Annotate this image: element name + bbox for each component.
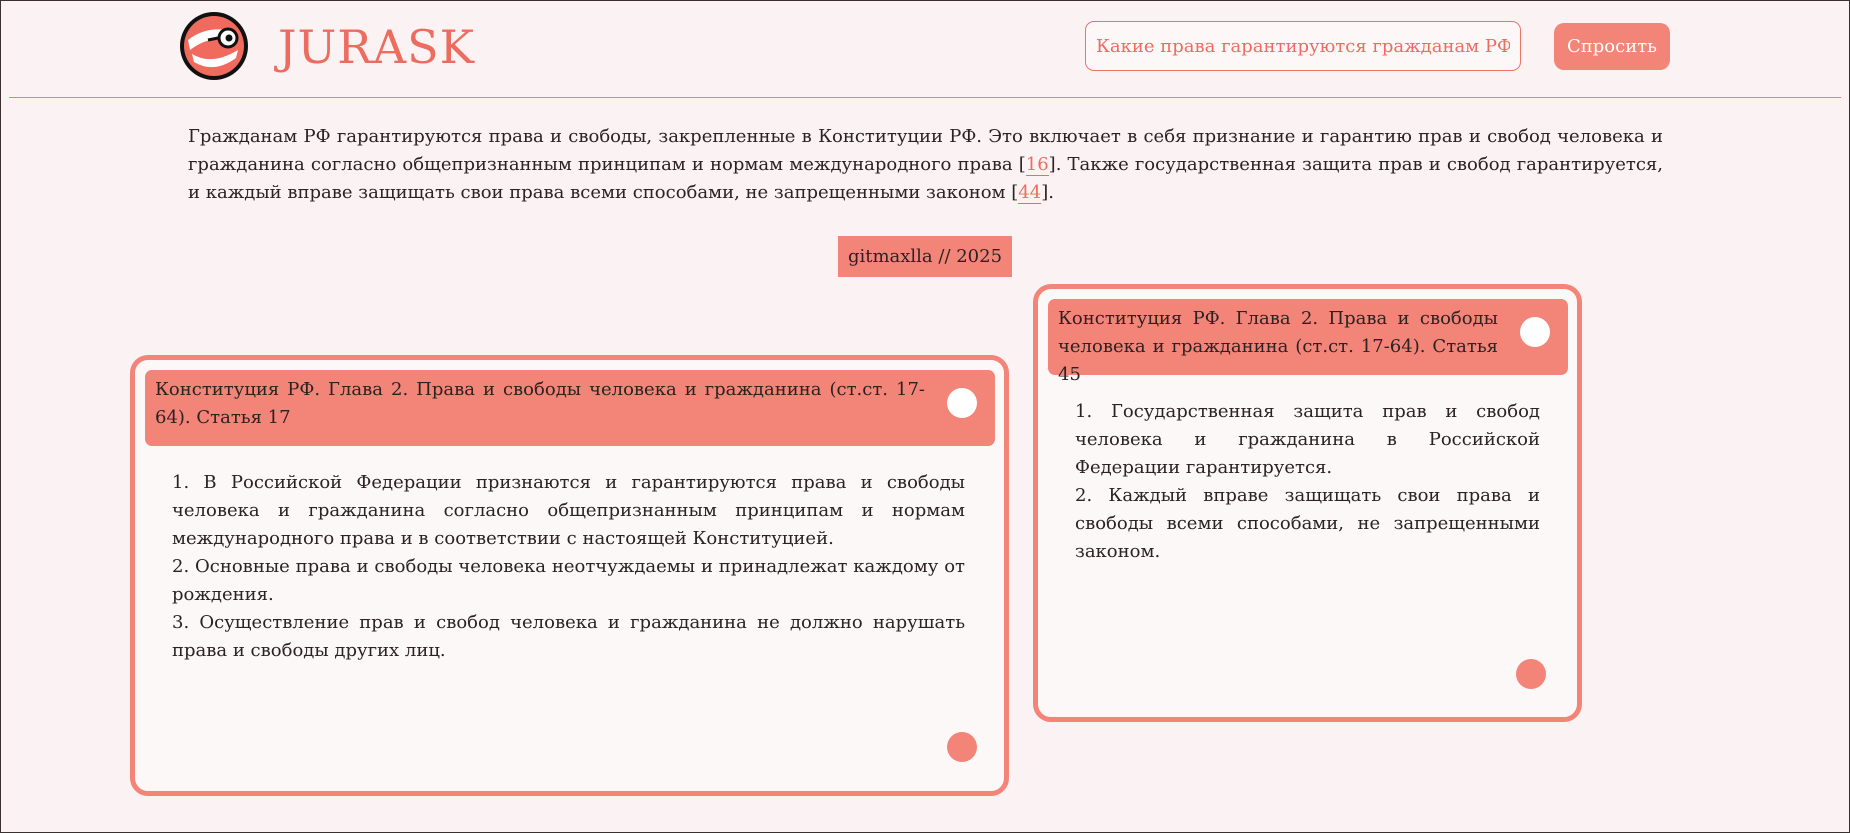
card-drag-handle[interactable] — [947, 732, 977, 762]
header: JURASK Спросить — [1, 1, 1850, 97]
answer-text: Гражданам РФ гарантируются права и свобо… — [188, 123, 1663, 207]
logo-icon[interactable] — [178, 10, 250, 82]
source-card-body: 1. Государственная защита прав и свобод … — [1075, 398, 1540, 566]
source-card-title: Конституция РФ. Глава 2. Права и свободы… — [145, 370, 995, 446]
card-toggle-button[interactable] — [1520, 317, 1550, 347]
source-card-article-17[interactable]: Конституция РФ. Глава 2. Права и свободы… — [130, 355, 1009, 796]
article-paragraph: 1. Государственная защита прав и свобод … — [1075, 401, 1540, 478]
question-input[interactable] — [1085, 21, 1521, 71]
article-paragraph: 2. Основные права и свободы человека нео… — [172, 556, 965, 605]
article-paragraph: 2. Каждый вправе защищать свои права и с… — [1075, 485, 1540, 562]
reference-link-44[interactable]: 44 — [1018, 182, 1042, 204]
header-divider — [9, 97, 1841, 98]
answer-text-part: ]. — [1041, 182, 1054, 203]
ask-button[interactable]: Спросить — [1554, 23, 1670, 70]
reference-link-16[interactable]: 16 — [1025, 154, 1049, 176]
credit-badge: gitmaxlla // 2025 — [838, 236, 1012, 277]
source-card-body: 1. В Российской Федерации признаются и г… — [172, 469, 965, 665]
source-card-title: Конституция РФ. Глава 2. Права и свободы… — [1048, 299, 1568, 385]
card-drag-handle[interactable] — [1516, 659, 1546, 689]
article-paragraph: 3. Осуществление прав и свобод человека … — [172, 612, 965, 661]
article-paragraph: 1. В Российской Федерации признаются и г… — [172, 472, 965, 549]
card-toggle-button[interactable] — [947, 388, 977, 418]
brand-title[interactable]: JURASK — [278, 17, 475, 77]
source-card-article-45[interactable]: Конституция РФ. Глава 2. Права и свободы… — [1033, 284, 1582, 722]
